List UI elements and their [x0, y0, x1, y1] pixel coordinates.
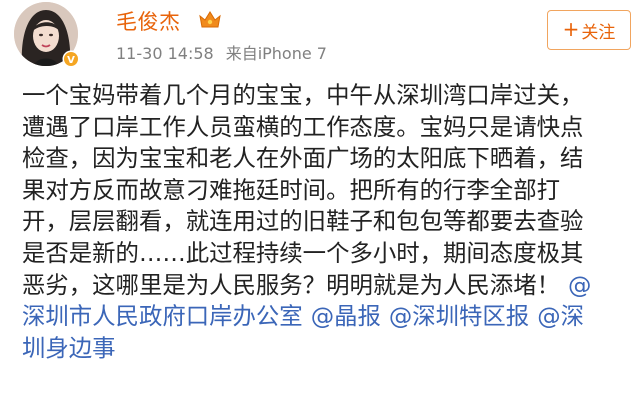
post-meta: 11-30 14:58 来自iPhone 7 [116, 40, 327, 64]
post-source: 来自iPhone 7 [225, 44, 327, 63]
plus-icon: + [562, 17, 580, 41]
post-text-line: 恶劣，这哪里是为人民服务？明明就是为人民添堵！ @ [22, 270, 628, 302]
post-text-line: 开，层层翻看，就连用过的旧鞋子和包包等都要去查验 [22, 207, 584, 236]
mention-link[interactable]: @晶报 [311, 302, 381, 330]
mention-link[interactable]: @深 [537, 302, 584, 330]
post-text-line: 是否是新的……此过程持续一个多小时，期间态度极其 [22, 238, 584, 267]
post-text-line: 圳身边事 [22, 333, 628, 365]
post-text-line: 果对方反而故意刁难拖廷时间。把所有的行李全部打 [22, 175, 560, 204]
mention-link[interactable]: @ [568, 271, 591, 299]
verified-badge-icon: V [62, 50, 80, 68]
svg-text:V: V [67, 55, 75, 66]
post-text-line: 检查，因为宝宝和老人在外面广场的太阳底下晒着，结 [22, 144, 584, 173]
post-text: 一个宝妈带着几个月的宝宝，中午从深圳湾口岸过关， 遭遇了口岸工作人员蛮横的工作态… [22, 80, 628, 364]
post-text-line: 深圳市人民政府口岸办公室 @晶报 @深圳特区报 @深 [22, 301, 628, 333]
follow-button-label: 关注 [581, 22, 616, 43]
post-header: V 毛俊杰 11-30 14:58 来自iPhone 7 + 关注 [0, 0, 640, 76]
member-crown-icon[interactable] [198, 8, 222, 30]
post-text-line: 遭遇了口岸工作人员蛮横的工作态度。宝妈只是请快点 [22, 112, 584, 141]
post-text-line: 一个宝妈带着几个月的宝宝，中午从深圳湾口岸过关， [22, 81, 584, 109]
mention-link[interactable]: 圳身边事 [22, 334, 116, 362]
weibo-post-card: V 毛俊杰 11-30 14:58 来自iPhone 7 + 关注 一个宝妈带着几… [0, 0, 640, 400]
post-timestamp[interactable]: 11-30 14:58 [116, 44, 214, 63]
username[interactable]: 毛俊杰 [116, 6, 181, 36]
follow-button[interactable]: + 关注 [547, 10, 631, 50]
mention-link[interactable]: @深圳特区报 [389, 302, 529, 330]
post-text-segment: 恶劣，这哪里是为人民服务？明明就是为人民添堵！ [22, 270, 560, 299]
mention-link[interactable]: 深圳市人民政府口岸办公室 [22, 302, 303, 330]
